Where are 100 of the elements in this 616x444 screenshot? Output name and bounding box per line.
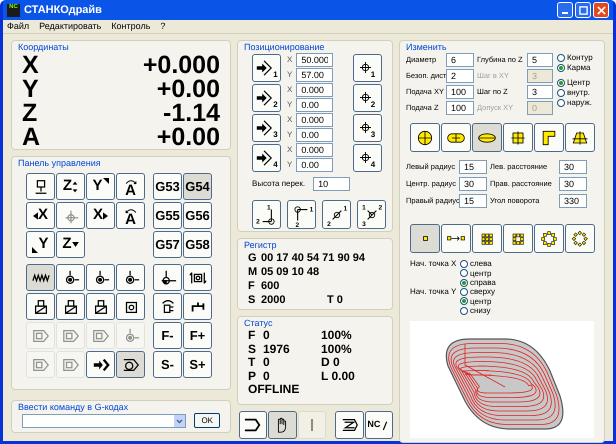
tool-button[interactable] <box>86 351 115 378</box>
radio-button[interactable]: Центр <box>557 78 593 87</box>
menu-item[interactable]: ? <box>160 20 166 34</box>
mode-button[interactable]: S- <box>153 351 182 378</box>
command-combobox[interactable] <box>22 414 186 428</box>
close-button[interactable] <box>593 2 609 18</box>
tool-button[interactable] <box>86 264 115 291</box>
input-field[interactable]: 3 <box>527 85 553 99</box>
pattern-button[interactable] <box>472 224 502 253</box>
radio-button[interactable]: снизу <box>460 306 495 315</box>
shape-button[interactable] <box>534 123 564 152</box>
input-field[interactable]: 30 <box>459 177 487 191</box>
maximize-button[interactable] <box>575 2 591 18</box>
minimize-button[interactable] <box>557 2 573 18</box>
tool-button[interactable]: Z <box>56 231 85 258</box>
menu-item[interactable]: Контроль <box>111 20 150 34</box>
mode-button[interactable]: G58 <box>183 231 212 258</box>
radio-button[interactable]: центр <box>460 268 496 278</box>
input-field[interactable]: 0.000 <box>296 83 334 97</box>
tool-button[interactable]: Z <box>56 173 85 200</box>
tool-button[interactable] <box>183 264 212 291</box>
radio-button[interactable]: справа <box>460 278 496 287</box>
tool-button[interactable]: Y <box>86 173 115 200</box>
tool-button[interactable] <box>153 264 182 291</box>
input-field[interactable]: 15 <box>459 194 487 208</box>
shape-button[interactable] <box>410 123 440 152</box>
radio-button[interactable]: наруж. <box>557 98 593 107</box>
axis-label: X <box>22 53 39 77</box>
tool-button[interactable] <box>268 411 297 439</box>
shape-button[interactable] <box>565 123 595 152</box>
set-point-button[interactable]: 1 <box>353 54 382 82</box>
mode-button[interactable]: G57 <box>153 231 182 258</box>
axis-label: X <box>287 144 292 156</box>
tool-button[interactable] <box>56 264 85 291</box>
tool-button[interactable] <box>335 411 364 439</box>
tool-button[interactable]: X <box>86 202 115 229</box>
input-field[interactable]: 30 <box>559 177 587 191</box>
shape-button[interactable] <box>441 123 471 152</box>
tool-button[interactable]: Y <box>26 231 55 258</box>
input-field[interactable]: 2 <box>446 69 474 83</box>
input-field[interactable]: 15 <box>459 160 487 174</box>
shape-button[interactable] <box>472 123 502 152</box>
tool-button[interactable] <box>26 264 55 291</box>
input-field[interactable]: 10 <box>313 177 350 191</box>
input-field[interactable]: 0.00 <box>296 98 334 112</box>
mode-button[interactable]: F- <box>153 322 182 349</box>
radio-button[interactable]: внутр. <box>557 88 593 97</box>
tool-button[interactable] <box>116 293 145 320</box>
tool-button[interactable] <box>153 293 182 320</box>
set-point-button[interactable]: 2 <box>353 84 382 112</box>
input-field[interactable]: 6 <box>446 53 474 67</box>
go-to-point-button[interactable]: 2 <box>252 84 281 112</box>
mode-button[interactable]: G54 <box>183 173 212 200</box>
tool-button[interactable]: A <box>116 173 145 200</box>
mode-button[interactable]: G55 <box>153 202 182 229</box>
pattern-button[interactable] <box>503 224 533 253</box>
tool-button[interactable] <box>239 411 268 439</box>
ok-button[interactable]: OK <box>194 413 220 428</box>
tool-button[interactable]: NC <box>364 411 393 439</box>
input-field[interactable]: 0.00 <box>296 158 334 172</box>
go-to-point-button[interactable]: 1 <box>252 54 281 82</box>
radio-button[interactable]: слева <box>460 259 496 268</box>
tool-button[interactable] <box>116 351 145 378</box>
input-field[interactable]: 50.000 <box>296 53 334 67</box>
shape-button[interactable] <box>503 123 533 152</box>
input-field[interactable]: 0.000 <box>296 143 334 157</box>
pattern-button[interactable] <box>441 224 471 253</box>
radio-button[interactable]: сверху <box>460 287 495 296</box>
radio-button[interactable]: центр <box>460 296 495 306</box>
pattern-button[interactable] <box>565 224 595 253</box>
input-field[interactable]: 57.00 <box>296 68 334 82</box>
go-to-point-button[interactable]: 4 <box>252 144 281 172</box>
input-field[interactable]: 0.000 <box>296 113 334 127</box>
radio-button[interactable]: Карма <box>557 63 593 72</box>
input-field[interactable]: 100 <box>446 85 474 99</box>
mode-button[interactable]: G53 <box>153 173 182 200</box>
input-field[interactable]: 30 <box>559 160 587 174</box>
tool-button[interactable] <box>183 293 212 320</box>
set-point-button[interactable]: 3 <box>353 114 382 142</box>
menu-item[interactable]: Редактировать <box>39 20 102 34</box>
maximize-icon <box>578 6 588 14</box>
menu-item[interactable]: Файл <box>7 20 30 34</box>
radio-button[interactable]: Контур <box>557 53 593 62</box>
tool-button[interactable] <box>86 293 115 320</box>
input-field[interactable]: 330 <box>559 194 587 208</box>
go-to-point-button[interactable]: 3 <box>252 114 281 142</box>
tool-button[interactable] <box>26 293 55 320</box>
tool-button[interactable]: A <box>116 202 145 229</box>
pattern-button[interactable] <box>534 224 564 253</box>
mode-button[interactable]: F+ <box>183 322 212 349</box>
mode-button[interactable]: G56 <box>183 202 212 229</box>
input-field[interactable]: 0.00 <box>296 128 334 142</box>
set-point-button[interactable]: 4 <box>353 144 382 172</box>
input-field[interactable]: 5 <box>527 53 553 67</box>
tool-button[interactable] <box>26 173 55 200</box>
input-field[interactable]: 100 <box>446 101 474 115</box>
tool-button[interactable] <box>116 264 145 291</box>
tool-button[interactable] <box>56 293 85 320</box>
tool-button[interactable]: X <box>26 202 55 229</box>
mode-button[interactable]: S+ <box>183 351 212 378</box>
